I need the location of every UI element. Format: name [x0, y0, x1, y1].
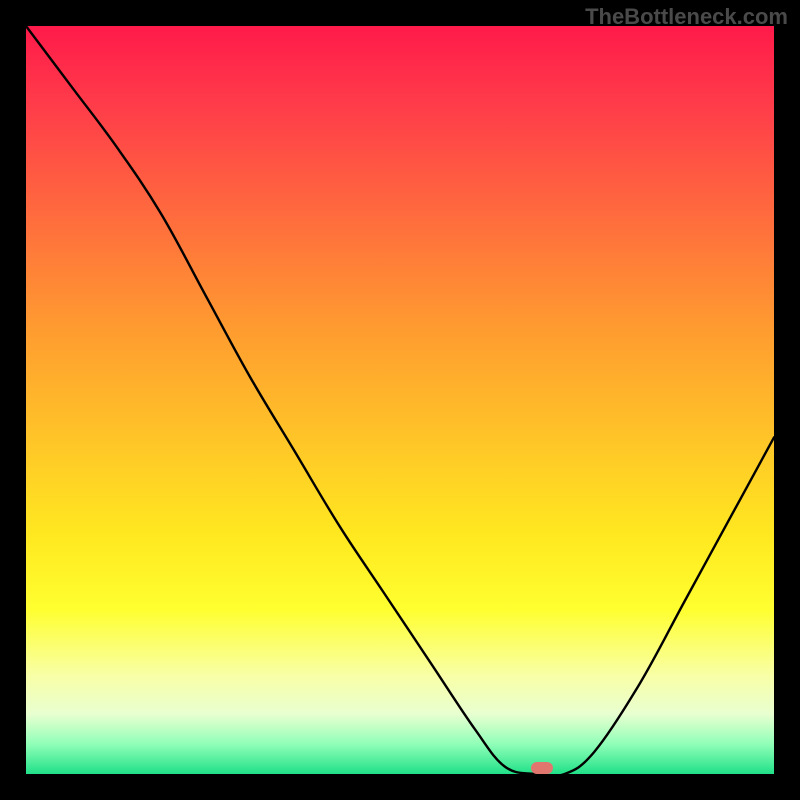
- bottleneck-curve: [26, 26, 774, 774]
- plot-area: [26, 26, 774, 774]
- watermark-text: TheBottleneck.com: [585, 4, 788, 30]
- target-marker: [531, 762, 553, 774]
